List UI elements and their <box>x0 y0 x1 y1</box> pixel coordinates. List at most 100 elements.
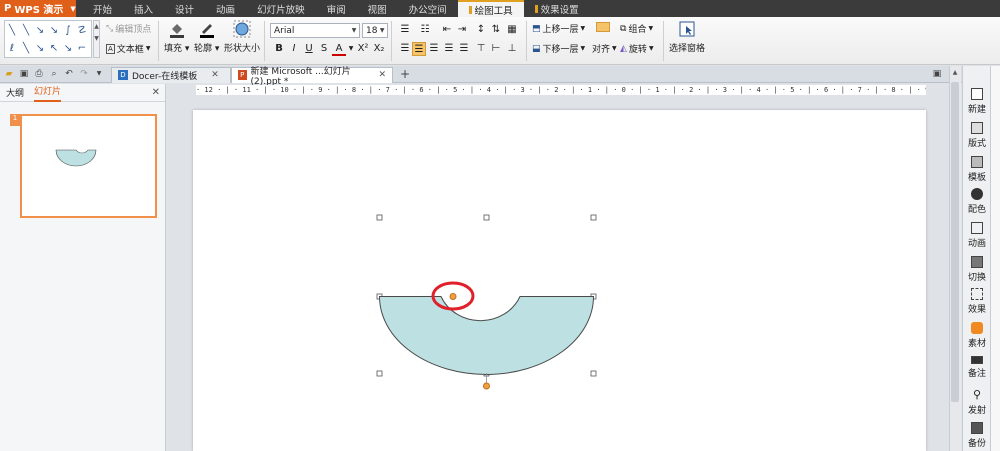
columns-icon[interactable]: ▦ <box>505 23 519 37</box>
align-objects-button[interactable] <box>596 22 610 32</box>
numbering-icon[interactable]: ☷ <box>418 23 432 37</box>
tab-current-presentation[interactable]: P 新建 Microsoft ...幻灯片 (2).ppt * ✕ <box>231 66 393 87</box>
decrease-indent-icon[interactable]: ⇤ <box>440 23 454 37</box>
textbox-button[interactable]: A 文本框 ▼ <box>106 42 150 55</box>
gallery-scroll[interactable]: ▲ ▼ <box>93 20 100 58</box>
close-icon[interactable]: ✕ <box>152 87 160 98</box>
tab-view[interactable]: 视图 <box>357 0 398 17</box>
increase-indent-icon[interactable]: ⇥ <box>455 23 469 37</box>
scroll-thumb[interactable] <box>951 82 959 402</box>
restore-window-icon[interactable]: ▣ <box>931 68 943 80</box>
valign-middle-icon[interactable]: ⊢ <box>489 42 503 56</box>
resize-handle[interactable] <box>590 214 597 221</box>
save-icon[interactable]: ▣ <box>18 68 30 80</box>
bold-button[interactable]: B <box>272 42 286 56</box>
curve-shape-icon[interactable]: ∫ <box>61 21 75 39</box>
line-shape-icon[interactable]: ╲ <box>19 39 33 57</box>
tab-docer-templates[interactable]: D Docer-在线模板 ✕ <box>111 66 231 83</box>
font-size-select[interactable]: 18 ▼ <box>362 23 388 38</box>
scribble-shape-icon[interactable]: ℓ <box>5 39 19 57</box>
tab-office-space[interactable]: 办公空间 <box>398 0 458 17</box>
edit-points-button[interactable]: ⤡ 编辑顶点 <box>106 22 151 36</box>
justify-icon[interactable]: ☰ <box>442 42 456 56</box>
tab-home[interactable]: 开始 <box>82 0 123 17</box>
tab-slides[interactable]: 幻灯片 <box>34 84 62 102</box>
valign-bottom-icon[interactable]: ⊥ <box>505 42 519 56</box>
task-assets-button[interactable]: 素材 <box>963 322 991 349</box>
elbow-shape-icon[interactable]: ⌐ <box>75 39 89 57</box>
resize-handle[interactable] <box>376 370 383 377</box>
tab-drawing-tools[interactable]: 绘图工具 <box>457 0 524 17</box>
align-dropdown-button[interactable]: 对齐 ▼ <box>592 42 617 55</box>
rotate-button[interactable]: ◭ 旋转 ▼ <box>620 42 654 56</box>
arrow-shape-icon[interactable]: ↘ <box>33 39 47 57</box>
selection-pane-button[interactable]: 选择窗格 <box>669 20 705 54</box>
send-backward-button[interactable]: ⬓ 下移一层 ▼ <box>532 42 585 56</box>
tab-slideshow[interactable]: 幻灯片放映 <box>246 0 316 17</box>
tab-insert[interactable]: 插入 <box>123 0 164 17</box>
slide-canvas[interactable] <box>193 110 926 451</box>
align-left-icon[interactable]: ☰ <box>398 42 412 56</box>
undo-icon[interactable]: ↶ <box>63 68 75 80</box>
font-name-select[interactable]: Arial ▼ <box>270 23 360 38</box>
task-backup-button[interactable]: 备份 <box>963 422 991 449</box>
group-button[interactable]: ⧉ 组合 ▼ <box>620 22 653 36</box>
task-animation-button[interactable]: 动画 <box>963 222 991 249</box>
tab-outline[interactable]: 大纲 <box>6 86 24 99</box>
text-shadow-button[interactable]: S <box>317 42 331 56</box>
align-right-icon[interactable]: ☰ <box>427 42 441 56</box>
task-new-button[interactable]: 新建 <box>963 88 991 115</box>
outline-button[interactable]: 轮廓 ▾ <box>194 20 219 54</box>
subscript-button[interactable]: X₂ <box>372 42 386 56</box>
resize-handle[interactable] <box>376 214 383 221</box>
new-tab-icon[interactable]: + <box>399 68 411 80</box>
shape-size-button[interactable]: 形状大小 <box>224 20 260 54</box>
slide-thumbnail[interactable] <box>20 114 157 218</box>
app-menu-button[interactable]: P WPS 演示 ▼ <box>0 0 76 17</box>
italic-button[interactable]: I <box>287 42 301 56</box>
scroll-up-icon[interactable]: ▲ <box>950 68 960 78</box>
task-template-button[interactable]: 模板 <box>963 156 991 183</box>
task-notes-button[interactable]: 备注 <box>963 356 991 379</box>
quick-access-dropdown-icon[interactable]: ▼ <box>93 68 105 80</box>
superscript-button[interactable]: X² <box>356 42 370 56</box>
redo-icon[interactable]: ↷ <box>78 68 90 80</box>
line-spacing-icon[interactable]: ↕ <box>474 23 488 37</box>
tab-animation[interactable]: 动画 <box>205 0 246 17</box>
task-effects-button[interactable]: 效果 <box>963 288 991 315</box>
task-color-scheme-button[interactable]: 配色 <box>963 188 991 215</box>
distribute-icon[interactable]: ☰ <box>457 42 471 56</box>
bring-forward-button[interactable]: ⬒ 上移一层 ▼ <box>532 22 585 36</box>
print-preview-icon[interactable]: ⌕ <box>48 68 60 80</box>
task-transition-button[interactable]: 切换 <box>963 256 991 283</box>
resize-handle[interactable] <box>590 370 597 377</box>
arrow-shape-icon[interactable]: ↘ <box>33 21 47 39</box>
open-folder-icon[interactable]: ▰ <box>3 68 15 80</box>
tab-design[interactable]: 设计 <box>164 0 205 17</box>
adjust-handle[interactable] <box>449 293 457 300</box>
underline-button[interactable]: U <box>302 42 316 56</box>
arrow-shape-icon[interactable]: ↘ <box>47 21 61 39</box>
fill-button[interactable]: 填充 ▾ <box>164 20 189 54</box>
close-icon[interactable]: ✕ <box>378 70 386 80</box>
task-send-button[interactable]: ⚲ 发射 <box>963 389 991 417</box>
bullets-icon[interactable]: ☰ <box>398 23 412 37</box>
freeform-shape-icon[interactable]: ☡ <box>75 21 89 39</box>
rotate-handle[interactable] <box>483 382 490 390</box>
align-center-icon[interactable]: ☰ <box>412 42 426 56</box>
arrow-shape-icon[interactable]: ↘ <box>61 39 75 57</box>
text-direction-icon[interactable]: ⇅ <box>489 23 503 37</box>
resize-handle[interactable] <box>483 214 490 221</box>
valign-top-icon[interactable]: ⊤ <box>474 42 488 56</box>
print-icon[interactable]: ⎙ <box>33 68 45 80</box>
line-shape-icon[interactable]: ╲ <box>19 21 33 39</box>
tab-review[interactable]: 审阅 <box>316 0 357 17</box>
task-layout-button[interactable]: 版式 <box>963 122 991 149</box>
close-icon[interactable]: ✕ <box>211 70 219 80</box>
tab-effect-settings[interactable]: 效果设置 <box>524 0 590 17</box>
block-arc-shape[interactable] <box>378 296 595 375</box>
shape-gallery[interactable]: ╲ ╲ ↘ ↘ ∫ ☡ ℓ ╲ ↘ ↖ ↘ ⌐ <box>4 20 92 58</box>
arrow-shape-icon[interactable]: ↖ <box>47 39 61 57</box>
line-shape-icon[interactable]: ╲ <box>5 21 19 39</box>
vertical-scrollbar[interactable]: ▲ <box>949 66 961 451</box>
